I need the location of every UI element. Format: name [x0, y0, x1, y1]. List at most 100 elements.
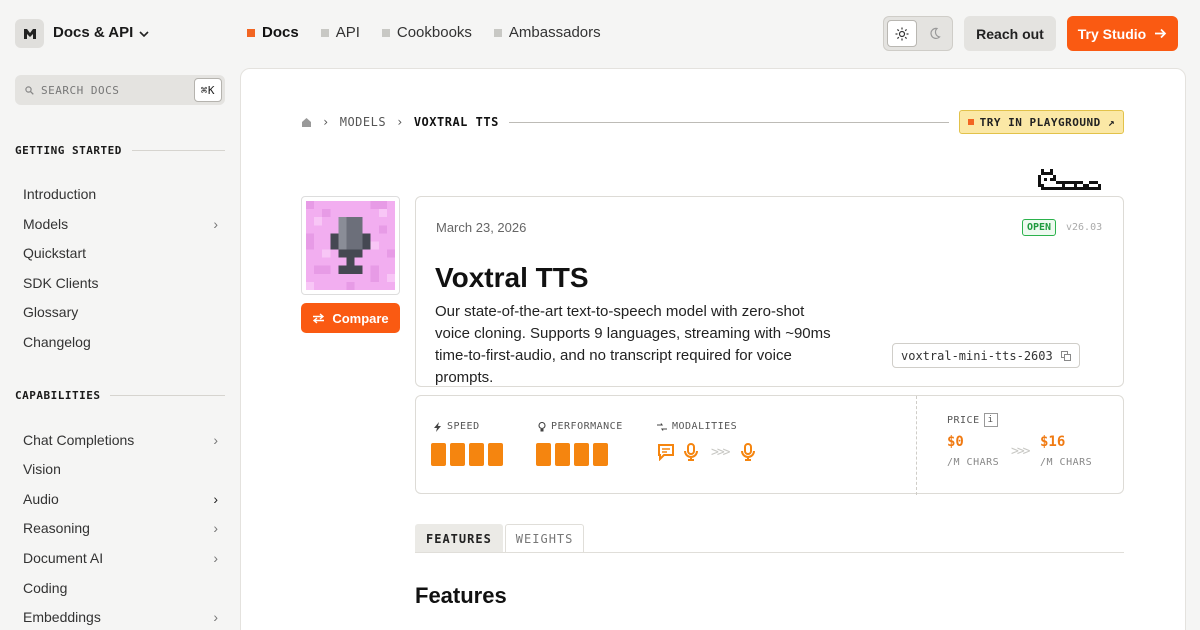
divider: [916, 396, 917, 495]
search-input[interactable]: SEARCH DOCS ⌘K: [15, 75, 225, 105]
tab-features[interactable]: FEATURES: [415, 524, 503, 552]
info-icon[interactable]: i: [983, 413, 998, 427]
level-bar: [469, 443, 484, 466]
breadcrumb: › MODELS › VOXTRAL TTS TRY IN PLAYGROUND…: [301, 110, 1124, 134]
home-icon[interactable]: [301, 117, 312, 128]
search-shortcut: ⌘K: [193, 78, 222, 102]
level-bar: [574, 443, 589, 466]
sidebar-item-models[interactable]: Models ›: [23, 216, 218, 232]
model-stats-card: SPEED PERFORMANCE MODALITIES >>> PRICE i…: [415, 395, 1124, 495]
modalities-label: MODALITIES: [657, 421, 737, 432]
logo-icon[interactable]: [15, 19, 44, 48]
model-description: Our state-of-the-art text-to-speech mode…: [435, 303, 831, 386]
arrow-right-icon: [1155, 28, 1167, 39]
pixel-cat-icon: [1038, 169, 1101, 190]
try-studio-button[interactable]: Try Studio: [1067, 16, 1178, 51]
divider: [508, 121, 949, 123]
theme-toggle: [883, 16, 953, 51]
modalities: >>>: [657, 443, 756, 461]
modalities-icon: [657, 422, 667, 431]
nav-label: API: [335, 24, 360, 41]
model-id-copy[interactable]: voxtral-mini-tts-2603: [892, 343, 1080, 368]
version-label: v26.03: [1066, 222, 1103, 233]
breadcrumb-models-link[interactable]: MODELS: [340, 115, 386, 129]
level-bar: [536, 443, 551, 466]
sidebar-item-label: Changelog: [23, 334, 91, 350]
mic-icon: [741, 443, 756, 461]
stat-label-text: SPEED: [447, 421, 480, 432]
sidebar-item-chat-completions[interactable]: Chat Completions ›: [23, 432, 218, 448]
sidebar-item-label: Vision: [23, 461, 61, 477]
nav-docs[interactable]: Docs: [247, 24, 299, 41]
model-thumbnail: [301, 196, 400, 295]
reach-out-button[interactable]: Reach out: [964, 16, 1056, 51]
square-icon: [320, 28, 329, 37]
chevron-right-icon: ›: [213, 432, 218, 448]
try-in-playground-button[interactable]: TRY IN PLAYGROUND ↗: [958, 110, 1124, 134]
sidebar-item-label: Audio: [23, 491, 59, 507]
sidebar-item-embeddings[interactable]: Embeddings ›: [23, 609, 218, 625]
square-icon: [493, 28, 502, 37]
swap-icon: [313, 312, 325, 324]
brand-menu[interactable]: Docs & API: [53, 24, 149, 41]
sidebar-item-coding[interactable]: Coding: [23, 580, 218, 596]
performance-label: PERFORMANCE: [538, 421, 623, 432]
chevron-right-icon: ›: [213, 216, 218, 232]
sidebar-item-label: Embeddings: [23, 609, 101, 625]
moon-icon: [929, 27, 941, 39]
sidebar-item-introduction[interactable]: Introduction: [23, 186, 218, 202]
chevron-right-icon: ›: [213, 550, 218, 566]
sidebar-item-document-ai[interactable]: Document AI ›: [23, 550, 218, 566]
sidebar-item-reasoning[interactable]: Reasoning ›: [23, 520, 218, 536]
arrow-icon: >>>: [711, 444, 731, 460]
speed-label: SPEED: [434, 421, 480, 432]
sidebar-item-quickstart[interactable]: Quickstart: [23, 245, 218, 261]
features-heading: Features: [415, 583, 507, 608]
dark-theme-button[interactable]: [919, 20, 949, 47]
sidebar-item-label: Introduction: [23, 186, 97, 202]
arrow-icon: >>>: [1011, 444, 1031, 459]
square-icon: [967, 119, 974, 125]
text-icon: [658, 444, 674, 461]
nav-api[interactable]: API: [320, 24, 360, 41]
section-title: GETTING STARTED: [15, 144, 122, 157]
sidebar-item-label: Glossary: [23, 304, 79, 320]
sidebar-item-glossary[interactable]: Glossary: [23, 304, 218, 320]
nav-ambassadors[interactable]: Ambassadors: [493, 24, 601, 41]
main-nav: Docs API Cookbooks Ambassadors: [247, 24, 601, 41]
section-getting-started: GETTING STARTED: [15, 144, 225, 157]
release-date: March 23, 2026: [436, 220, 527, 235]
sidebar-item-label: Chat Completions: [23, 432, 135, 448]
tab-weights[interactable]: WEIGHTS: [504, 524, 585, 552]
sidebar-item-label: Models: [23, 216, 69, 232]
light-theme-button[interactable]: [887, 20, 917, 47]
search-icon: [25, 85, 34, 95]
sidebar-item-audio[interactable]: Audio ›: [23, 491, 218, 507]
chevron-right-icon: ›: [213, 609, 218, 625]
sidebar-item-sdk-clients[interactable]: SDK Clients: [23, 275, 218, 291]
input-price: $0: [947, 434, 964, 450]
level-bar: [555, 443, 570, 466]
square-icon: [381, 28, 390, 37]
search-placeholder: SEARCH DOCS: [41, 83, 120, 97]
sidebar-item-label: Document AI: [23, 550, 104, 566]
square-icon: [247, 28, 255, 37]
sidebar-item-label: Coding: [23, 580, 68, 596]
section-title: CAPABILITIES: [15, 389, 101, 402]
compare-button[interactable]: Compare: [301, 303, 400, 333]
sidebar-item-vision[interactable]: Vision: [23, 461, 218, 477]
section-capabilities: CAPABILITIES: [15, 389, 225, 402]
performance-bars: [536, 443, 608, 466]
output-price-unit: /M CHARS: [1040, 457, 1093, 468]
sidebar-item-changelog[interactable]: Changelog: [23, 334, 218, 350]
nav-cookbooks[interactable]: Cookbooks: [381, 24, 472, 41]
mic-icon: [684, 443, 698, 461]
model-info-card: March 23, 2026 OPEN v26.03 Voxtral TTS O…: [415, 196, 1124, 387]
sun-icon: [895, 27, 909, 40]
lightbulb-icon: [538, 421, 546, 431]
page-title: Voxtral TTS: [435, 262, 589, 293]
top-bar: Docs & API Docs API Cookbooks Ambassador…: [0, 0, 1200, 66]
price-label-text: PRICE: [947, 414, 980, 426]
level-bar: [488, 443, 503, 466]
status-badge: OPEN: [1022, 219, 1057, 236]
